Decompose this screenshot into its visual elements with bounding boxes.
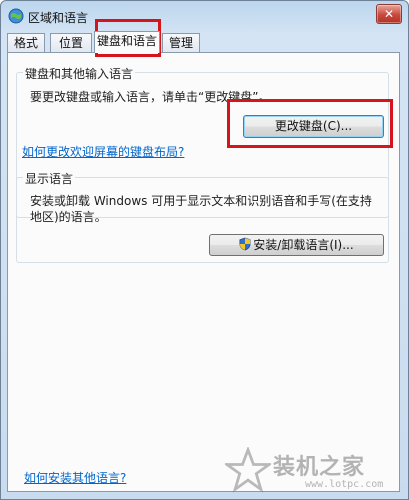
display-language-description: 安装或卸载 Windows 可用于显示文本和识别语音和手写(在支持地区)的语言。 (30, 194, 372, 224)
watermark: 装机之家 www.lotpc.com (223, 441, 408, 499)
title-bar[interactable]: 区域和语言 ✕ (1, 1, 408, 31)
button-highlight-box (227, 99, 393, 148)
window-title: 区域和语言 (28, 11, 89, 25)
tab-formats[interactable]: 格式 (7, 33, 45, 52)
display-language-legend: 显示语言 (23, 170, 76, 187)
watermark-url: www.lotpc.com (305, 479, 384, 490)
install-uninstall-label: 安装/卸载语言(I)... (253, 238, 354, 252)
close-button[interactable]: ✕ (376, 4, 402, 24)
display-language-group: 显示语言 安装或卸载 Windows 可用于显示文本和识别语音和手写(在支持地区… (16, 170, 389, 263)
uac-shield-icon (239, 237, 251, 251)
watermark-name: 装机之家 (273, 455, 366, 480)
star-logo-icon (225, 447, 271, 493)
tab-location[interactable]: 位置 (50, 33, 92, 52)
install-other-languages-link[interactable]: 如何安装其他语言? (24, 469, 126, 486)
tab-administrative[interactable]: 管理 (162, 33, 200, 52)
tab-keyboard-language[interactable]: 键盘和语言 (94, 31, 160, 53)
keyboard-layout-help-link[interactable]: 如何更改欢迎屏幕的键盘布局? (22, 143, 184, 160)
install-uninstall-languages-button[interactable]: 安装/卸载语言(I)... (209, 234, 384, 256)
close-icon: ✕ (383, 7, 395, 21)
region-language-window: 区域和语言 ✕ 格式 位置 键盘和语言 管理 键盘和其他输入语言 要更改键盘或输… (0, 0, 409, 500)
keyboard-group-legend: 键盘和其他输入语言 (23, 65, 136, 82)
globe-icon (8, 8, 24, 24)
